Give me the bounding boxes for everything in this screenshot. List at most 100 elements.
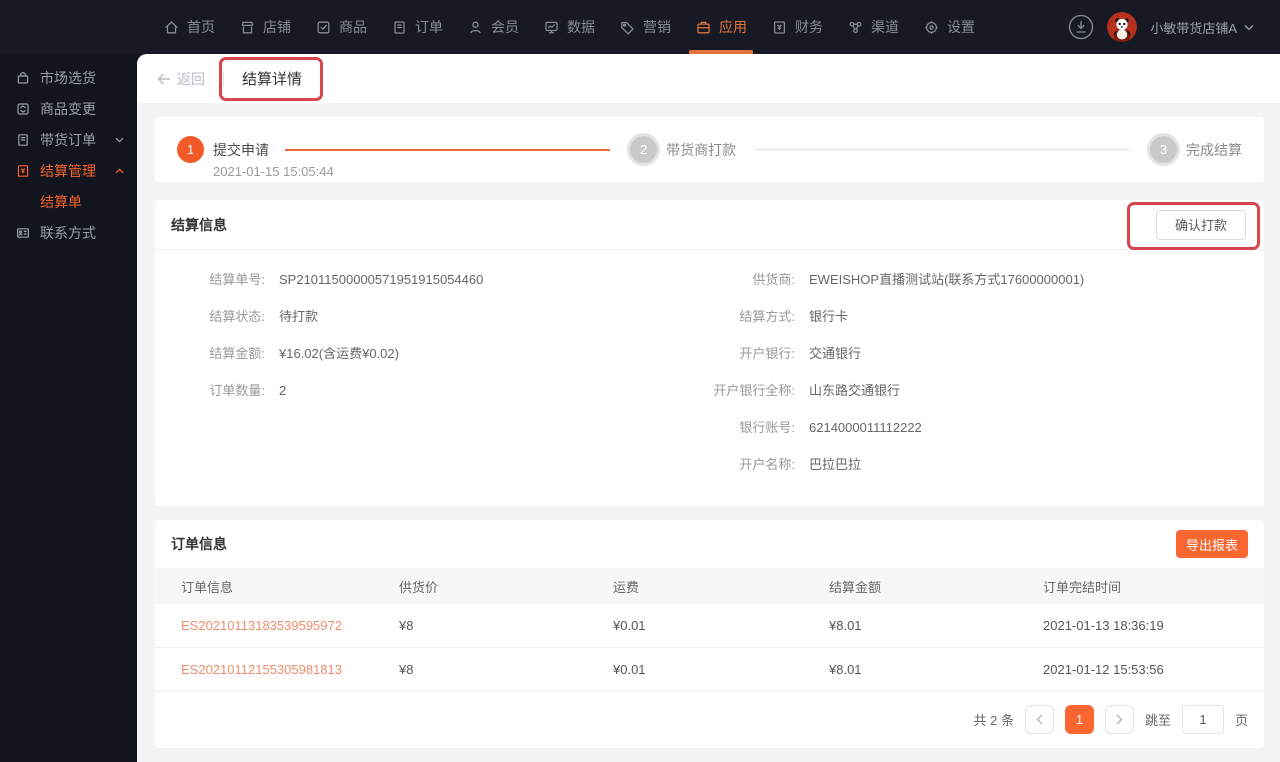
field-value: 山东路交通银行 bbox=[809, 383, 901, 398]
market-icon bbox=[17, 71, 29, 84]
orders-card-title: 订单信息 bbox=[171, 536, 227, 552]
sidebar-item-goods-change[interactable]: 商品变更 bbox=[0, 93, 137, 124]
field-bank-account: 银行账号: 6214000011112222 bbox=[685, 420, 1084, 436]
step-connector-solid bbox=[285, 148, 611, 151]
chevron-right-icon bbox=[1116, 714, 1123, 724]
export-report-button[interactable]: 导出报表 bbox=[1176, 530, 1248, 558]
sidebar-label: 市场选货 bbox=[40, 69, 96, 86]
orders-card-header: 订单信息 导出报表 bbox=[155, 520, 1264, 568]
store-switcher[interactable]: 小敏带货店铺A bbox=[1150, 18, 1254, 37]
sidebar-item-settlement[interactable]: 结算管理 bbox=[0, 155, 137, 186]
nav-item-member[interactable]: 会员 bbox=[467, 0, 519, 54]
prev-page-button[interactable] bbox=[1024, 704, 1054, 734]
member-icon bbox=[470, 21, 481, 33]
field-label: 开户名称: bbox=[739, 457, 795, 472]
field-value: 待打款 bbox=[279, 309, 319, 324]
table-row: ES20210112155305981813 ¥8 ¥0.01 ¥8.01 20… bbox=[155, 648, 1264, 692]
settlement-right-column: 供货商: EWEISHOP直播测试站(联系方式17600000001) 结算方式… bbox=[685, 272, 1084, 494]
cell-amount: ¥8.01 bbox=[829, 618, 862, 633]
navbar-right: 小敏带货店铺A bbox=[1068, 12, 1254, 42]
nav-item-app[interactable]: 应用 bbox=[689, 0, 753, 54]
steps-card: 1 提交申请 2021-01-15 15:05:44 2 带货商打款 3 完成结… bbox=[155, 117, 1264, 182]
field-value: 巴拉巴拉 bbox=[809, 457, 862, 472]
field-label: 结算状态: bbox=[209, 309, 265, 324]
field-supplier: 供货商: EWEISHOP直播测试站(联系方式17600000001) bbox=[685, 272, 1084, 288]
step-connector-dotted bbox=[756, 149, 1130, 150]
field-settle-method: 结算方式: 银行卡 bbox=[685, 309, 1084, 325]
nav-label: 数据 bbox=[567, 19, 595, 35]
settlement-card-title: 结算信息 bbox=[171, 216, 227, 233]
pagination: 共 2 条 1 跳至 页 bbox=[974, 704, 1248, 734]
step-3-label: 完成结算 bbox=[1186, 141, 1242, 158]
marketing-icon bbox=[621, 21, 634, 35]
field-order-count: 订单数量: 2 bbox=[155, 383, 483, 399]
sidebar-item-market[interactable]: 市场选货 bbox=[0, 62, 137, 93]
data-icon bbox=[545, 21, 558, 33]
step-1-circle: 1 bbox=[177, 136, 204, 163]
nav-item-settings[interactable]: 设置 bbox=[923, 0, 975, 54]
field-label: 开户银行: bbox=[739, 346, 795, 361]
field-settlement-status: 结算状态: 待打款 bbox=[155, 309, 483, 325]
nav-menu: 首页 店铺 商品 订单 会员 数据 营销 应用 财务 渠道 设置 bbox=[163, 0, 975, 54]
sidebar-label: 带货订单 bbox=[40, 131, 96, 148]
confirm-payment-button[interactable]: 确认打款 bbox=[1156, 209, 1246, 240]
order-number-link[interactable]: ES20210113183539595972 bbox=[155, 618, 373, 633]
step-2-label: 带货商打款 bbox=[666, 141, 737, 158]
field-label: 结算金额: bbox=[209, 346, 265, 361]
cell-amount: ¥8.01 bbox=[829, 662, 862, 677]
step-payout: 2 带货商打款 bbox=[630, 136, 736, 163]
step-2-circle: 2 bbox=[630, 136, 658, 163]
page-1-button[interactable]: 1 bbox=[1064, 704, 1094, 734]
back-label: 返回 bbox=[177, 70, 205, 87]
goods-change-icon bbox=[17, 102, 29, 115]
sidebar-item-contact[interactable]: 联系方式 bbox=[0, 217, 137, 248]
page-header: 返回 结算详情 bbox=[137, 54, 1280, 103]
col-finish-time: 订单完结时间 bbox=[1043, 579, 1122, 595]
nav-item-order[interactable]: 订单 bbox=[391, 0, 443, 54]
field-bank-fullname: 开户银行全称: 山东路交通银行 bbox=[685, 383, 1084, 399]
nav-item-goods[interactable]: 商品 bbox=[315, 0, 367, 54]
settlement-icon bbox=[17, 164, 29, 177]
sidebar-item-settlement-sheet[interactable]: 结算单 bbox=[0, 186, 137, 217]
sidebar-label: 结算单 bbox=[40, 193, 82, 210]
nav-item-marketing[interactable]: 营销 bbox=[619, 0, 671, 54]
back-button[interactable]: 返回 bbox=[157, 69, 205, 89]
app-icon bbox=[697, 21, 710, 33]
back-arrow-icon bbox=[157, 73, 170, 84]
col-supply-price: 供货价 bbox=[399, 579, 439, 595]
sidebar-item-carry-orders[interactable]: 带货订单 bbox=[0, 124, 137, 155]
nav-item-finance[interactable]: 财务 bbox=[771, 0, 823, 54]
orders-table-header: 订单信息 供货价 运费 结算金额 订单完结时间 bbox=[155, 568, 1264, 604]
page-jump-input[interactable] bbox=[1181, 704, 1224, 734]
cell-finish-time: 2021-01-13 18:36:19 bbox=[1043, 618, 1164, 633]
nav-label: 应用 bbox=[719, 19, 747, 35]
header-divider bbox=[223, 71, 224, 86]
col-shipping: 运费 bbox=[613, 579, 640, 595]
chevron-up-icon bbox=[115, 167, 124, 173]
avatar-panda-image bbox=[1107, 12, 1138, 42]
active-tab-underline bbox=[689, 50, 753, 54]
nav-item-channel[interactable]: 渠道 bbox=[847, 0, 899, 54]
field-label: 银行账号: bbox=[739, 420, 795, 435]
cell-finish-time: 2021-01-12 15:53:56 bbox=[1043, 662, 1164, 677]
field-label: 供货商: bbox=[752, 272, 795, 287]
field-label: 结算方式: bbox=[739, 309, 795, 324]
next-page-button[interactable] bbox=[1104, 704, 1134, 734]
nav-item-shop[interactable]: 店铺 bbox=[239, 0, 291, 54]
field-value: 6214000011112222 bbox=[809, 420, 922, 435]
nav-item-data[interactable]: 数据 bbox=[543, 0, 595, 54]
chevron-left-icon bbox=[1036, 714, 1043, 724]
field-label: 开户银行全称: bbox=[713, 383, 795, 398]
step-1-time: 2021-01-15 15:05:44 bbox=[213, 164, 334, 179]
cell-supply-price: ¥8 bbox=[399, 662, 414, 677]
nav-item-home[interactable]: 首页 bbox=[163, 0, 215, 54]
store-name: 小敏带货店铺A bbox=[1150, 20, 1237, 36]
page-unit-label: 页 bbox=[1234, 712, 1248, 728]
order-number-link[interactable]: ES20210112155305981813 bbox=[155, 662, 373, 677]
content-area: 返回 结算详情 1 提交申请 2021-01-15 15:05:44 2 带货商… bbox=[137, 54, 1280, 762]
avatar[interactable] bbox=[1107, 12, 1138, 42]
download-icon[interactable] bbox=[1068, 14, 1094, 40]
step-3-circle: 3 bbox=[1150, 136, 1177, 163]
field-value: 2 bbox=[279, 383, 287, 398]
field-value: SP21011500000571951915054460 bbox=[279, 272, 484, 287]
